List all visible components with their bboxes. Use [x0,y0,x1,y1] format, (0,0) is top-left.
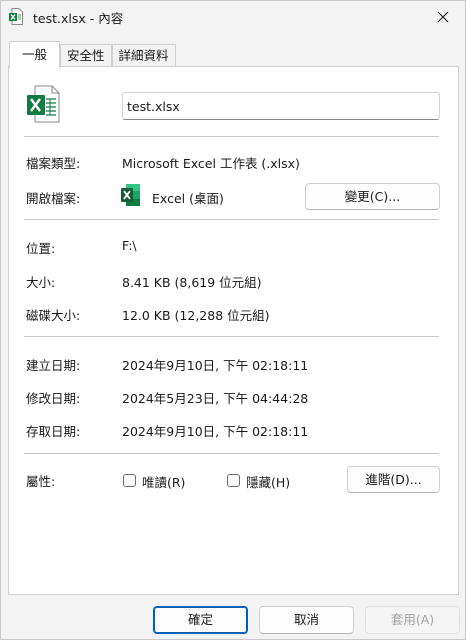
location-value: F:\ [122,238,137,253]
apply-button[interactable]: 套用(A) [365,606,460,634]
window-title: test.xlsx - 內容 [33,11,124,26]
opens-with-app: Excel (桌面) [152,191,224,206]
change-button[interactable]: 變更(C)... [305,183,440,210]
ok-button[interactable]: 確定 [153,606,248,634]
tab-details[interactable]: 詳細資料 [111,44,176,67]
location-label: 位置: [26,241,56,256]
divider [24,219,439,220]
created-value: 2024年9月10日, 下午 02:18:11 [122,358,309,373]
divider [24,453,439,454]
advanced-button[interactable]: 進階(D)... [347,466,440,493]
file-type-value: Microsoft Excel 工作表 (.xlsx) [122,156,300,171]
accessed-value: 2024年9月10日, 下午 02:18:11 [122,424,309,439]
title-bar: test.xlsx - 內容 [1,1,465,33]
readonly-checkbox[interactable] [123,474,136,487]
tab-general[interactable]: 一般 [9,41,61,68]
file-name-input[interactable] [122,92,440,120]
file-type-label: 檔案類型: [26,156,81,171]
tab-strip: 一般 安全性 詳細資料 [9,41,176,68]
modified-value: 2024年5月23日, 下午 04:44:28 [122,391,309,406]
size-value: 8.41 KB (8,619 位元組) [122,275,262,290]
attributes-label: 屬性: [26,474,56,489]
divider [24,136,439,137]
tab-security[interactable]: 安全性 [60,44,112,67]
properties-dialog: test.xlsx - 內容 一般 安全性 詳細資料 檔案類型: Microso… [0,0,466,640]
hidden-label[interactable]: 隱藏(H) [246,472,290,491]
cancel-button[interactable]: 取消 [259,606,354,634]
size-on-disk-value: 12.0 KB (12,288 位元組) [122,308,270,323]
accessed-label: 存取日期: [26,424,81,439]
size-label: 大小: [26,275,56,290]
created-label: 建立日期: [26,358,81,373]
divider [24,336,439,337]
hidden-checkbox[interactable] [227,474,240,487]
readonly-label[interactable]: 唯讀(R) [142,472,185,491]
close-button[interactable] [421,1,465,33]
excel-app-icon [121,184,140,206]
general-panel: 檔案類型: Microsoft Excel 工作表 (.xlsx) 開啟檔案: … [8,66,459,595]
size-on-disk-label: 磁碟大小: [26,308,81,323]
excel-file-icon [9,8,23,25]
opens-with-label: 開啟檔案: [26,191,81,206]
modified-label: 修改日期: [26,391,81,406]
excel-file-icon [27,85,60,123]
close-icon [437,11,449,23]
